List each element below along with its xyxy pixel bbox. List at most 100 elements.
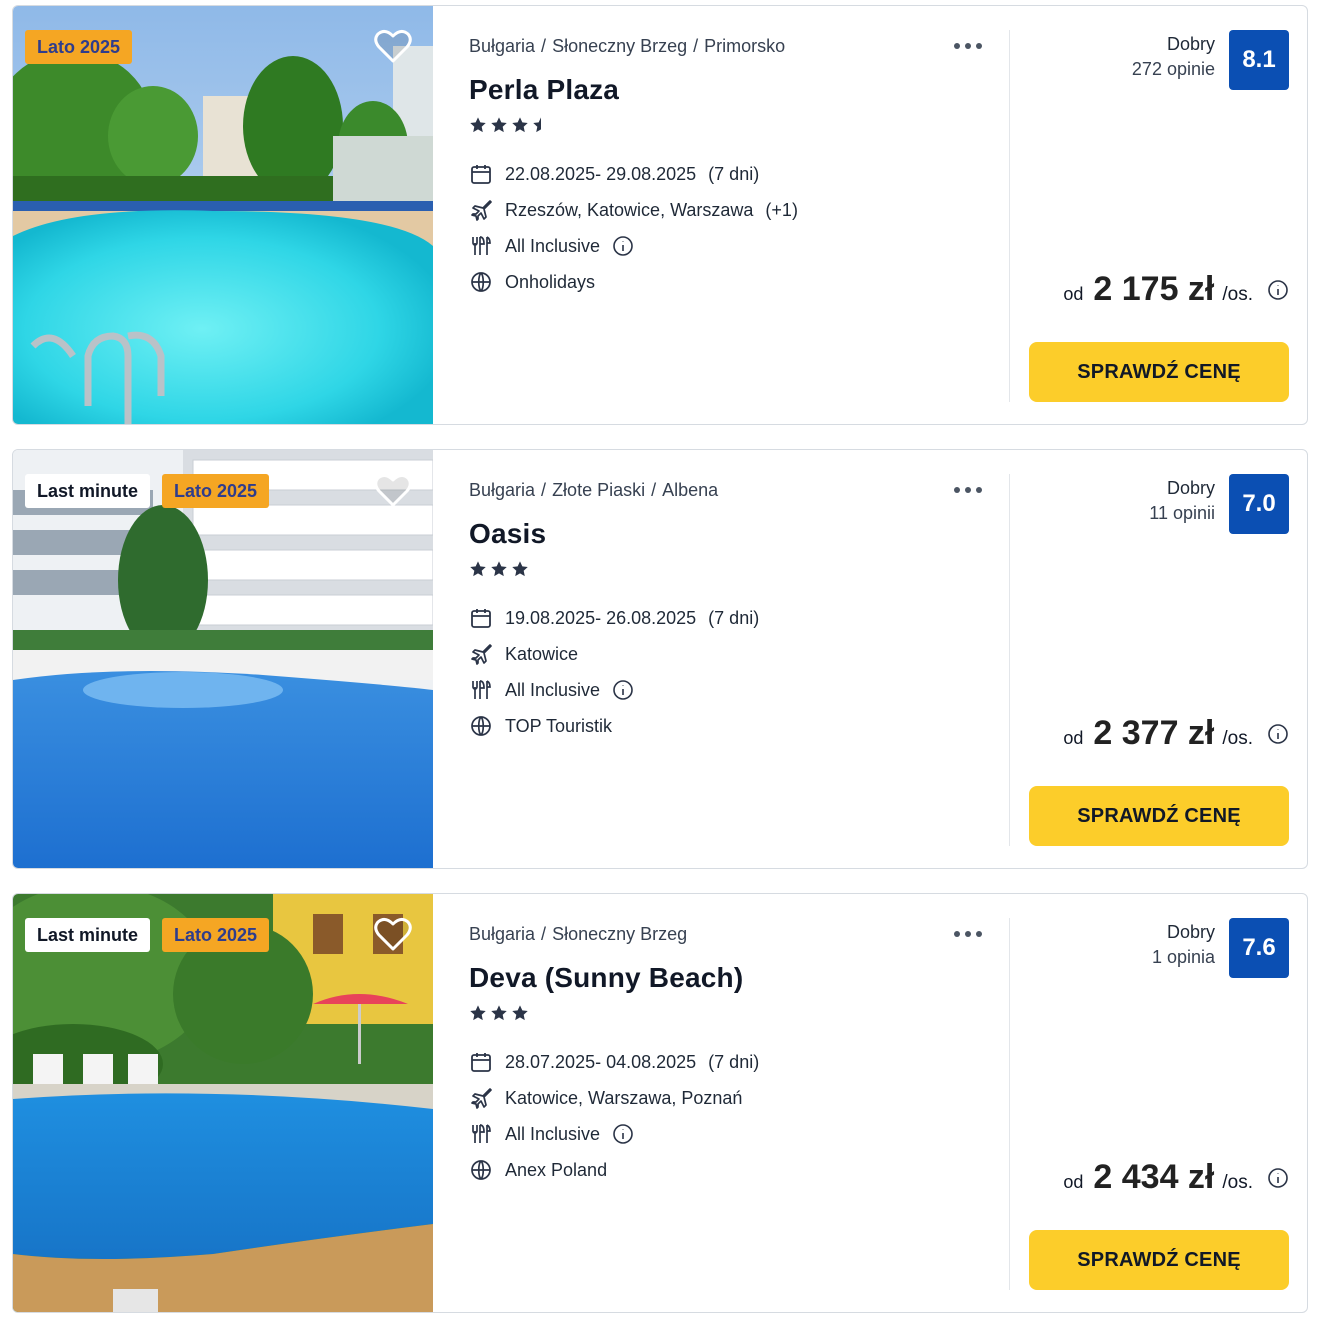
rating-word: Dobry bbox=[1166, 922, 1215, 942]
fact-departure: Rzeszów, Katowice, Warszawa (+1) bbox=[469, 192, 798, 228]
price-prefix: od bbox=[1063, 1172, 1084, 1192]
price-block: od 2 377 zł /os. bbox=[1063, 714, 1289, 753]
dates-text: 22.08.2025- 29.08.2025 bbox=[505, 163, 697, 184]
departure-more[interactable]: (+1) bbox=[765, 200, 798, 221]
review-count[interactable]: 272 opinie bbox=[1132, 56, 1215, 82]
star-icon bbox=[512, 1005, 528, 1021]
dates-text: 28.07.2025- 04.08.2025 bbox=[505, 1051, 697, 1072]
favorite-heart-icon[interactable] bbox=[373, 472, 413, 508]
hotel-name[interactable]: Deva (Sunny Beach) bbox=[469, 962, 743, 994]
duration-text: (7 dni) bbox=[708, 163, 760, 184]
fact-operator: TOP Touristik bbox=[469, 708, 759, 744]
half-star-icon bbox=[533, 117, 541, 133]
hotel-stars bbox=[469, 1004, 529, 1022]
departure-airports: Katowice, Warszawa, Poznań bbox=[505, 1087, 743, 1108]
departure-airports: Katowice bbox=[505, 643, 579, 664]
review-count[interactable]: 11 opinii bbox=[1149, 500, 1215, 526]
favorite-heart-icon[interactable] bbox=[373, 916, 413, 952]
calendar-icon bbox=[469, 162, 493, 186]
fact-dates: 22.08.2025- 29.08.2025 (7 dni) bbox=[469, 156, 798, 192]
review-count[interactable]: 1 opinia bbox=[1152, 944, 1215, 970]
board-info-icon[interactable] bbox=[612, 679, 634, 701]
hotel-photo[interactable]: Last minute Lato 2025 bbox=[13, 450, 433, 868]
duration-text: (7 dni) bbox=[708, 607, 760, 628]
fact-departure: Katowice bbox=[469, 636, 759, 672]
breadcrumb-separator: / bbox=[541, 36, 547, 56]
price-info-icon[interactable] bbox=[1267, 723, 1289, 745]
offer-info: Bułgaria / Złote Piaski / Albena Oasis 1… bbox=[469, 450, 989, 868]
fact-board: All Inclusive bbox=[469, 672, 759, 708]
breadcrumb-country[interactable]: Bułgaria bbox=[469, 480, 535, 501]
fact-dates: 28.07.2025- 04.08.2025 (7 dni) bbox=[469, 1044, 759, 1080]
offer-card: Last minute Lato 2025 Bułgaria / Złote P… bbox=[12, 449, 1308, 869]
breadcrumb-city[interactable]: Albena bbox=[662, 480, 718, 501]
check-price-button[interactable]: SPRAWDŹ CENĘ bbox=[1029, 1230, 1289, 1290]
check-price-button[interactable]: SPRAWDŹ CENĘ bbox=[1029, 342, 1289, 402]
breadcrumb-region[interactable]: Złote Piaski bbox=[552, 480, 645, 501]
price-prefix: od bbox=[1063, 284, 1084, 304]
star-icon bbox=[470, 561, 486, 577]
rating-score-badge: 7.0 bbox=[1229, 474, 1289, 534]
board-text: All Inclusive bbox=[505, 1123, 601, 1144]
breadcrumb: Bułgaria / Słoneczny Brzeg bbox=[469, 924, 687, 945]
offer-facts: 19.08.2025- 26.08.2025 (7 dni) Katowice … bbox=[469, 600, 759, 744]
dates-text: 19.08.2025- 26.08.2025 bbox=[505, 607, 697, 628]
fact-dates: 19.08.2025- 26.08.2025 (7 dni) bbox=[469, 600, 759, 636]
offer-facts: 22.08.2025- 29.08.2025 (7 dni) Rzeszów, … bbox=[469, 156, 798, 300]
price-suffix: /os. bbox=[1222, 728, 1253, 749]
tour-operator: TOP Touristik bbox=[505, 715, 613, 736]
more-options-icon[interactable] bbox=[951, 36, 985, 56]
offer-info: Bułgaria / Słoneczny Brzeg / Primorsko P… bbox=[469, 6, 989, 424]
star-icon bbox=[491, 1005, 507, 1021]
column-divider bbox=[1009, 30, 1010, 402]
price-info-icon[interactable] bbox=[1267, 279, 1289, 301]
fact-board: All Inclusive bbox=[469, 1116, 759, 1152]
more-options-icon[interactable] bbox=[951, 480, 985, 500]
breadcrumb-city[interactable]: Primorsko bbox=[704, 36, 785, 57]
price-suffix: /os. bbox=[1222, 1172, 1253, 1193]
breadcrumb-country[interactable]: Bułgaria bbox=[469, 36, 535, 57]
more-options-icon[interactable] bbox=[951, 924, 985, 944]
breadcrumb-country[interactable]: Bułgaria bbox=[469, 924, 535, 945]
price-amount: 2 434 zł bbox=[1093, 1158, 1215, 1196]
offer-card: Last minute Lato 2025 Bułgaria / Słonecz… bbox=[12, 893, 1308, 1313]
cutlery-icon bbox=[469, 1122, 493, 1146]
breadcrumb-separator: / bbox=[693, 36, 699, 56]
fact-board: All Inclusive bbox=[469, 228, 798, 264]
globe-icon bbox=[469, 270, 493, 294]
hotel-name[interactable]: Oasis bbox=[469, 518, 546, 550]
board-info-icon[interactable] bbox=[612, 1123, 634, 1145]
rating-word: Dobry bbox=[1166, 34, 1215, 54]
tour-operator: Onholidays bbox=[505, 271, 596, 292]
season-badge: Lato 2025 bbox=[25, 30, 133, 64]
cutlery-icon bbox=[469, 234, 493, 258]
star-icon bbox=[512, 117, 528, 133]
breadcrumb-separator: / bbox=[541, 924, 547, 944]
price-info-icon[interactable] bbox=[1267, 1167, 1289, 1189]
breadcrumb: Bułgaria / Złote Piaski / Albena bbox=[469, 480, 718, 501]
price-amount: 2 377 zł bbox=[1093, 714, 1215, 752]
star-icon bbox=[470, 117, 486, 133]
check-price-button[interactable]: SPRAWDŹ CENĘ bbox=[1029, 786, 1289, 846]
hotel-photo[interactable]: Lato 2025 bbox=[13, 6, 433, 424]
star-icon bbox=[512, 561, 528, 577]
offer-badges: Last minute Lato 2025 bbox=[25, 918, 270, 952]
price-prefix: od bbox=[1063, 728, 1084, 748]
plane-icon bbox=[469, 1086, 493, 1110]
breadcrumb-separator: / bbox=[651, 480, 657, 500]
star-icon bbox=[470, 1005, 486, 1021]
column-divider bbox=[1009, 918, 1010, 1290]
hotel-name[interactable]: Perla Plaza bbox=[469, 74, 619, 106]
calendar-icon bbox=[469, 1050, 493, 1074]
cutlery-icon bbox=[469, 678, 493, 702]
hotel-photo[interactable]: Last minute Lato 2025 bbox=[13, 894, 433, 1312]
departure-airports: Rzeszów, Katowice, Warszawa bbox=[505, 199, 754, 220]
rating-label: Dobry 272 opinie bbox=[1132, 32, 1215, 82]
board-info-icon[interactable] bbox=[612, 235, 634, 257]
favorite-heart-icon[interactable] bbox=[373, 28, 413, 64]
hotel-stars bbox=[469, 116, 550, 134]
breadcrumb-region[interactable]: Słoneczny Brzeg bbox=[552, 36, 687, 57]
tour-operator: Anex Poland bbox=[505, 1159, 608, 1180]
breadcrumb-region[interactable]: Słoneczny Brzeg bbox=[552, 924, 687, 945]
last-minute-badge: Last minute bbox=[25, 474, 151, 508]
